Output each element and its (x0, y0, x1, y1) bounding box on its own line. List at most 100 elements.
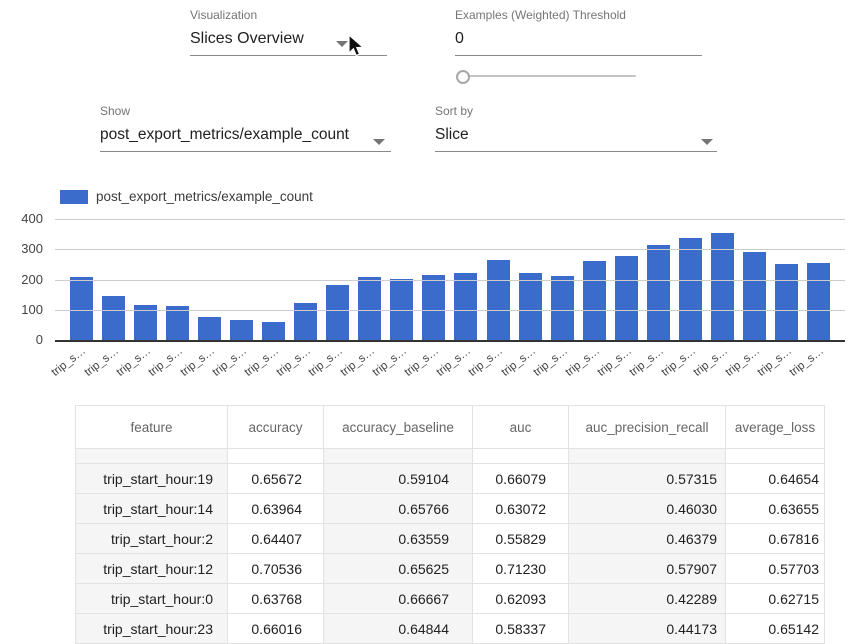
column-header[interactable]: accuracy (228, 406, 324, 449)
metric-cell[interactable]: 0.70536 (228, 554, 324, 584)
bar[interactable] (807, 263, 830, 340)
y-tick-label: 400 (3, 212, 43, 226)
metric-cell[interactable]: 0.63559 (324, 524, 473, 554)
show-label: Show (100, 104, 391, 118)
table-row[interactable]: trip_start_hour:00.637680.666670.620930.… (76, 584, 825, 614)
metric-cell[interactable]: 0.71230 (473, 554, 569, 584)
bar[interactable] (294, 303, 317, 340)
feature-cell[interactable]: trip_start_hour:2 (76, 524, 228, 554)
metric-cell[interactable]: 0.63072 (473, 494, 569, 524)
metric-cell[interactable]: 0.63964 (228, 494, 324, 524)
metric-cell[interactable]: 0.57703 (726, 554, 825, 584)
metric-cell[interactable]: 0.59104 (324, 464, 473, 494)
metric-cell[interactable]: 0.57907 (569, 554, 726, 584)
filter-cell (76, 449, 228, 464)
bar[interactable] (198, 317, 221, 340)
metric-cell[interactable]: 0.55829 (473, 524, 569, 554)
bar[interactable] (775, 264, 798, 340)
metric-cell[interactable]: 0.62093 (473, 584, 569, 614)
mouse-cursor-icon (347, 34, 365, 58)
metric-cell[interactable]: 0.63768 (228, 584, 324, 614)
bar[interactable] (583, 261, 606, 340)
metric-cell[interactable]: 0.46379 (569, 524, 726, 554)
metric-cell[interactable]: 0.63655 (726, 494, 825, 524)
table-row[interactable]: trip_start_hour:140.639640.657660.630720… (76, 494, 825, 524)
threshold-slider[interactable] (456, 69, 636, 83)
metric-cell[interactable]: 0.65142 (726, 614, 825, 644)
bar[interactable] (358, 277, 381, 340)
threshold-input[interactable]: Examples (Weighted) Threshold 0 (455, 8, 702, 56)
gridline (55, 310, 845, 311)
bar[interactable] (679, 238, 702, 340)
metric-cell[interactable]: 0.57315 (569, 464, 726, 494)
metric-cell[interactable]: 0.64407 (228, 524, 324, 554)
feature-cell[interactable]: trip_start_hour:14 (76, 494, 228, 524)
metric-cell[interactable]: 0.67816 (726, 524, 825, 554)
sort-by-select[interactable]: Sort by Slice (435, 104, 717, 152)
column-header[interactable]: auc (473, 406, 569, 449)
slider-track[interactable] (462, 75, 636, 77)
metric-cell[interactable]: 0.64654 (726, 464, 825, 494)
table-row[interactable]: trip_start_hour:120.705360.656250.712300… (76, 554, 825, 584)
column-header[interactable]: auc_precision_recall (569, 406, 726, 449)
bar[interactable] (454, 273, 477, 340)
table-row[interactable]: trip_start_hour:230.660160.648440.583370… (76, 614, 825, 644)
bar[interactable] (647, 245, 670, 340)
metric-cell[interactable]: 0.42289 (569, 584, 726, 614)
table-row[interactable]: trip_start_hour:190.656720.591040.660790… (76, 464, 825, 494)
bar[interactable] (519, 273, 542, 340)
bar[interactable] (230, 320, 253, 340)
column-header[interactable]: accuracy_baseline (324, 406, 473, 449)
feature-cell[interactable]: trip_start_hour:12 (76, 554, 228, 584)
slider-handle[interactable] (456, 70, 470, 84)
bar[interactable] (551, 276, 574, 340)
metric-cell[interactable]: 0.66667 (324, 584, 473, 614)
legend-color-swatch (60, 190, 88, 204)
x-slot: trip_s… (803, 342, 835, 384)
metric-cell[interactable]: 0.46030 (569, 494, 726, 524)
sort-by-value: Slice (435, 125, 717, 145)
y-axis: 0100200300400 (0, 219, 47, 340)
bar[interactable] (487, 260, 510, 340)
metric-cell[interactable]: 0.64844 (324, 614, 473, 644)
y-tick-label: 0 (3, 333, 43, 347)
column-header[interactable]: average_loss (726, 406, 825, 449)
bar[interactable] (422, 275, 445, 340)
y-tick-label: 100 (3, 303, 43, 317)
feature-cell[interactable]: trip_start_hour:23 (76, 614, 228, 644)
chart-legend: post_export_metrics/example_count (60, 189, 313, 204)
feature-cell[interactable]: trip_start_hour:19 (76, 464, 228, 494)
bar[interactable] (326, 285, 349, 340)
chevron-down-icon[interactable] (373, 139, 385, 145)
metric-cell[interactable]: 0.66079 (473, 464, 569, 494)
visualization-label: Visualization (190, 8, 387, 22)
x-tick-label: trip_s… (50, 345, 89, 379)
threshold-label: Examples (Weighted) Threshold (455, 8, 702, 22)
metric-cell[interactable]: 0.65672 (228, 464, 324, 494)
bar[interactable] (615, 256, 638, 340)
bar[interactable] (743, 252, 766, 340)
gridline (55, 219, 845, 220)
threshold-value: 0 (455, 29, 702, 49)
field-underline (435, 151, 717, 152)
column-header[interactable]: feature (76, 406, 228, 449)
filter-cell (726, 449, 825, 464)
show-metric-select[interactable]: Show post_export_metrics/example_count (100, 104, 391, 152)
metric-cell[interactable]: 0.65625 (324, 554, 473, 584)
bar[interactable] (102, 296, 125, 340)
chevron-down-icon[interactable] (701, 139, 713, 145)
metric-cell[interactable]: 0.65766 (324, 494, 473, 524)
show-value: post_export_metrics/example_count (100, 125, 391, 145)
sort-by-label: Sort by (435, 104, 717, 118)
feature-cell[interactable]: trip_start_hour:0 (76, 584, 228, 614)
bar[interactable] (166, 306, 189, 340)
metric-cell[interactable]: 0.66016 (228, 614, 324, 644)
bar[interactable] (262, 322, 285, 340)
field-underline (100, 151, 391, 152)
table-filter-row (76, 449, 825, 464)
metric-cell[interactable]: 0.44173 (569, 614, 726, 644)
table-row[interactable]: trip_start_hour:20.644070.635590.558290.… (76, 524, 825, 554)
metric-cell[interactable]: 0.58337 (473, 614, 569, 644)
metric-cell[interactable]: 0.62715 (726, 584, 825, 614)
bar[interactable] (70, 277, 93, 340)
